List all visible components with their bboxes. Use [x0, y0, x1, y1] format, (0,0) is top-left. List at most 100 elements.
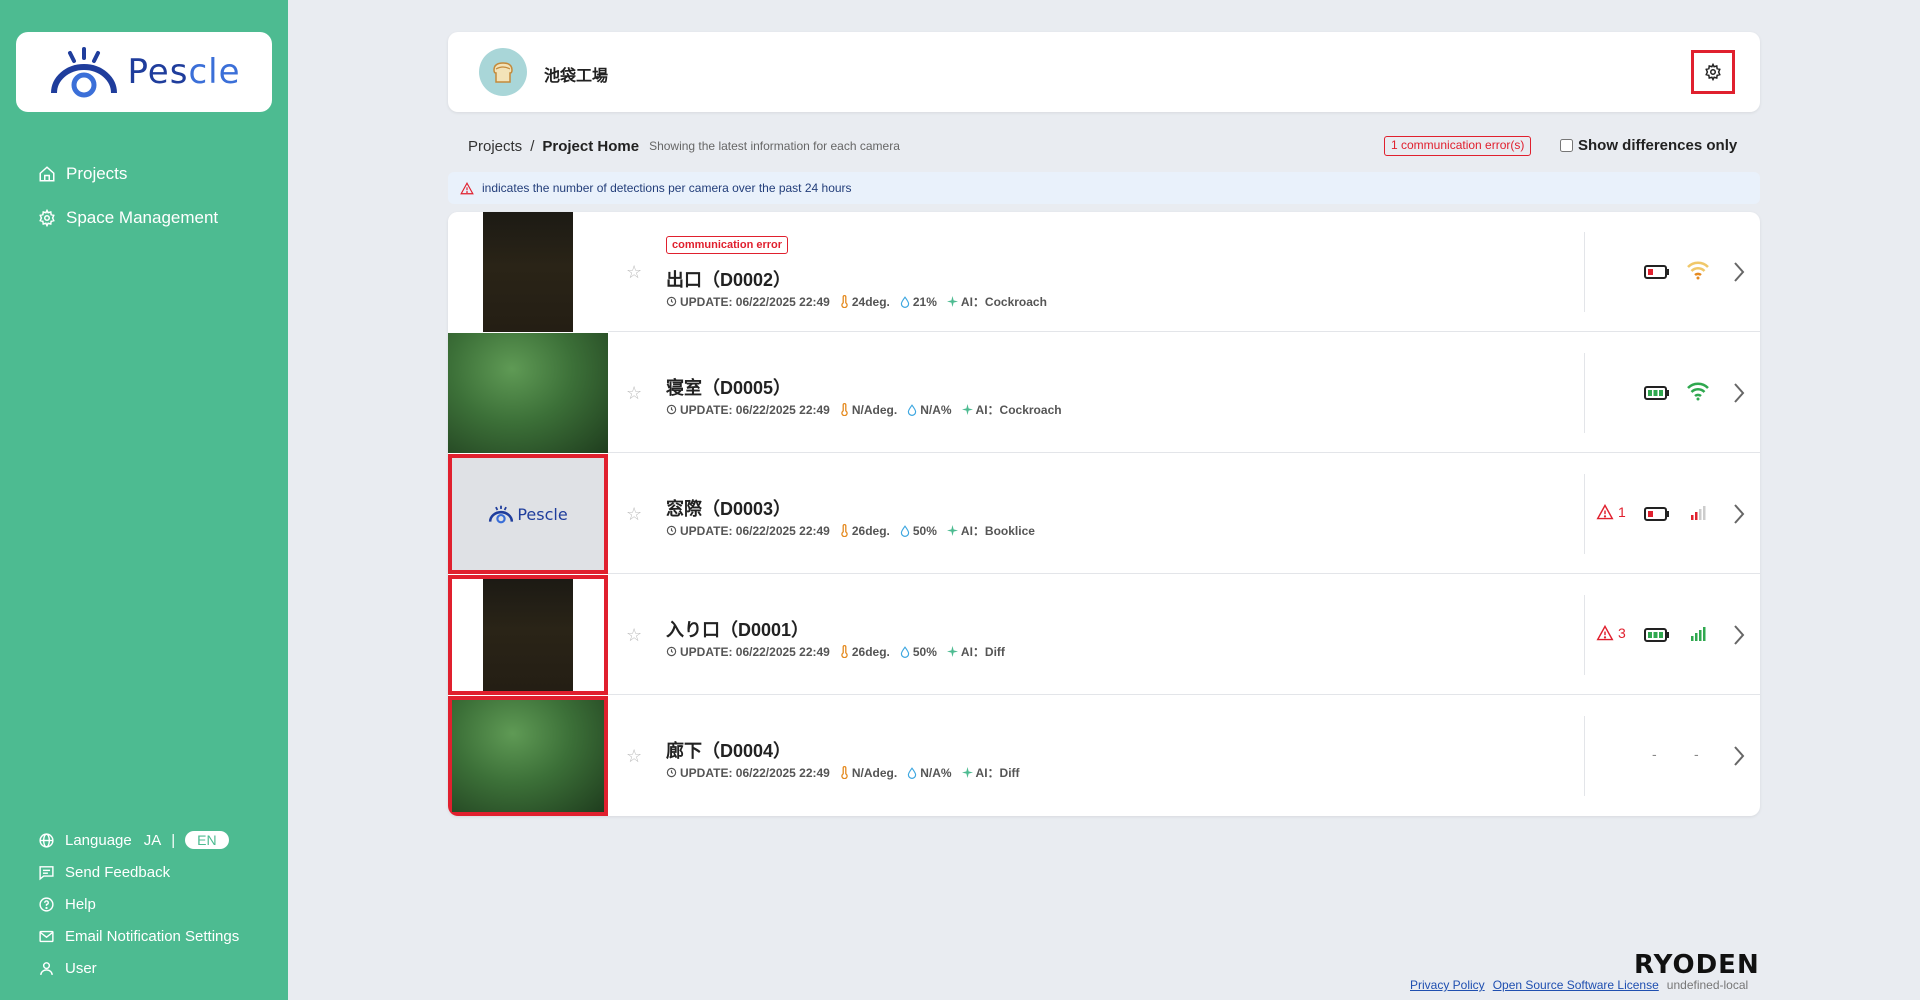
chevron-right-icon[interactable] — [1732, 502, 1746, 526]
project-name: 池袋工場 — [544, 68, 609, 85]
row-divider — [1584, 353, 1585, 433]
pescle-eye-icon — [50, 47, 117, 98]
favorite-star-icon[interactable]: ☆ — [626, 625, 642, 646]
breadcrumb-separator: / — [530, 137, 535, 155]
settings-button[interactable] — [1691, 50, 1735, 94]
bread-icon — [493, 62, 513, 83]
chevron-right-icon[interactable] — [1732, 623, 1746, 647]
camera-row[interactable]: ☆ communication error 出口（D0002） UPDATE: … — [448, 212, 1760, 332]
thermometer-icon — [841, 645, 848, 658]
mail-icon — [39, 930, 54, 942]
globe-icon — [39, 832, 54, 848]
ai-sparkle-icon — [946, 296, 958, 307]
favorite-star-icon[interactable]: ☆ — [626, 262, 642, 283]
camera-meta: UPDATE: 06/22/2025 22:49 26deg. 50% AI：D… — [666, 643, 1015, 660]
breadcrumb-current: Project Home — [542, 137, 640, 155]
warning-icon — [460, 181, 474, 194]
nav-label: Space Management — [66, 208, 219, 227]
logo-text: Pescle — [127, 52, 241, 92]
camera-row[interactable]: ☆ 寝室（D0005） UPDATE: 06/22/2025 22:49 N/A… — [448, 333, 1760, 453]
info-text: indicates the number of detections per c… — [482, 181, 852, 195]
camera-row[interactable]: Pescle ☆ 窓際（D0003） UPDATE: 06/22/2025 22… — [448, 454, 1760, 574]
help-link[interactable]: Help — [38, 888, 239, 920]
row-divider — [1584, 716, 1585, 796]
update-time: UPDATE: 06/22/2025 22:49 — [680, 294, 830, 309]
temperature: 26deg. — [851, 644, 890, 659]
update-time: UPDATE: 06/22/2025 22:49 — [680, 765, 830, 780]
communication-error-badge[interactable]: 1 communication error(s) — [1384, 136, 1532, 156]
wifi-weak-icon — [1687, 261, 1709, 280]
logo[interactable]: Pescle — [16, 32, 272, 112]
battery-full-icon — [1644, 628, 1669, 642]
email-settings-label: Email Notification Settings — [65, 927, 240, 945]
email-settings-link[interactable]: Email Notification Settings — [38, 920, 239, 952]
ai-sparkle-icon — [961, 404, 973, 415]
clock-icon — [666, 767, 677, 778]
camera-thumbnail[interactable] — [448, 575, 608, 695]
row-divider — [1584, 474, 1585, 554]
nav-label: Projects — [66, 164, 128, 183]
privacy-policy-link[interactable]: Privacy Policy — [1410, 978, 1485, 992]
nav-item-space-management[interactable]: Space Management — [38, 196, 218, 240]
humidity-icon — [900, 645, 910, 658]
camera-row[interactable]: ☆ 入り口（D0001） UPDATE: 06/22/2025 22:49 26… — [448, 575, 1760, 695]
lang-en-option[interactable]: EN — [185, 831, 229, 849]
ai-sparkle-icon — [946, 525, 958, 536]
chevron-right-icon[interactable] — [1732, 744, 1746, 768]
clock-icon — [666, 525, 677, 536]
humidity: 50% — [912, 644, 937, 659]
camera-thumbnail[interactable]: Pescle — [448, 454, 608, 574]
breadcrumb-projects[interactable]: Projects — [468, 138, 522, 155]
show-differences-toggle[interactable]: Show differences only — [1560, 137, 1737, 154]
camera-name: 入り口（D0001） — [666, 620, 810, 640]
signal-unavailable: - — [1694, 746, 1699, 762]
favorite-star-icon[interactable]: ☆ — [626, 383, 642, 404]
show-differences-checkbox[interactable] — [1560, 139, 1573, 152]
update-time: UPDATE: 06/22/2025 22:49 — [680, 644, 830, 659]
temperature: N/Adeg. — [851, 765, 898, 780]
humidity: 21% — [912, 294, 937, 309]
gear-icon — [1705, 63, 1721, 81]
humidity-icon — [908, 403, 917, 416]
humidity-icon — [900, 524, 910, 537]
oss-license-link[interactable]: Open Source Software License — [1493, 978, 1659, 992]
camera-image — [483, 579, 573, 691]
chevron-right-icon[interactable] — [1732, 381, 1746, 405]
signal-weak-icon — [1691, 506, 1706, 520]
camera-row[interactable]: ☆ 廊下（D0004） UPDATE: 06/22/2025 22:49 N/A… — [448, 696, 1760, 816]
environment-label: undefined-local — [1666, 978, 1749, 992]
ai-model: AI：Booklice — [960, 524, 1035, 538]
camera-thumbnail[interactable] — [448, 212, 608, 332]
project-avatar — [479, 48, 527, 96]
chevron-right-icon[interactable] — [1732, 260, 1746, 284]
user-label: User — [65, 959, 97, 977]
language-label: Language — [65, 831, 132, 849]
ai-model: AI：Diff — [960, 645, 1005, 659]
camera-thumbnail[interactable] — [448, 696, 608, 816]
favorite-star-icon[interactable]: ☆ — [626, 746, 642, 767]
thermometer-icon — [841, 524, 848, 537]
favorite-star-icon[interactable]: ☆ — [626, 504, 642, 525]
user-link[interactable]: User — [38, 952, 239, 984]
chat-icon — [39, 865, 54, 880]
camera-thumbnail[interactable] — [448, 333, 608, 453]
update-time: UPDATE: 06/22/2025 22:49 — [680, 402, 830, 417]
detection-count-value: 1 — [1618, 504, 1626, 520]
send-feedback-link[interactable]: Send Feedback — [38, 856, 239, 888]
row-divider — [1584, 595, 1585, 675]
signal-strong-icon — [1691, 627, 1706, 641]
language-switcher: Language JA | EN — [38, 824, 239, 856]
warning-icon — [1596, 504, 1614, 520]
detection-count[interactable]: 3 — [1596, 625, 1626, 641]
pescle-eye-icon — [489, 505, 514, 524]
detection-count[interactable]: 1 — [1596, 504, 1626, 520]
lang-ja-option[interactable]: JA — [144, 832, 162, 849]
communication-error-tag: communication error — [666, 236, 789, 254]
camera-image — [483, 212, 573, 332]
footer-links: Privacy Policy Open Source Software Lice… — [1410, 978, 1748, 992]
temperature: 26deg. — [851, 523, 890, 538]
camera-image-placeholder: Pescle — [452, 458, 604, 570]
thermometer-icon — [841, 403, 848, 416]
nav-item-projects[interactable]: Projects — [38, 152, 218, 196]
camera-image — [452, 700, 604, 812]
